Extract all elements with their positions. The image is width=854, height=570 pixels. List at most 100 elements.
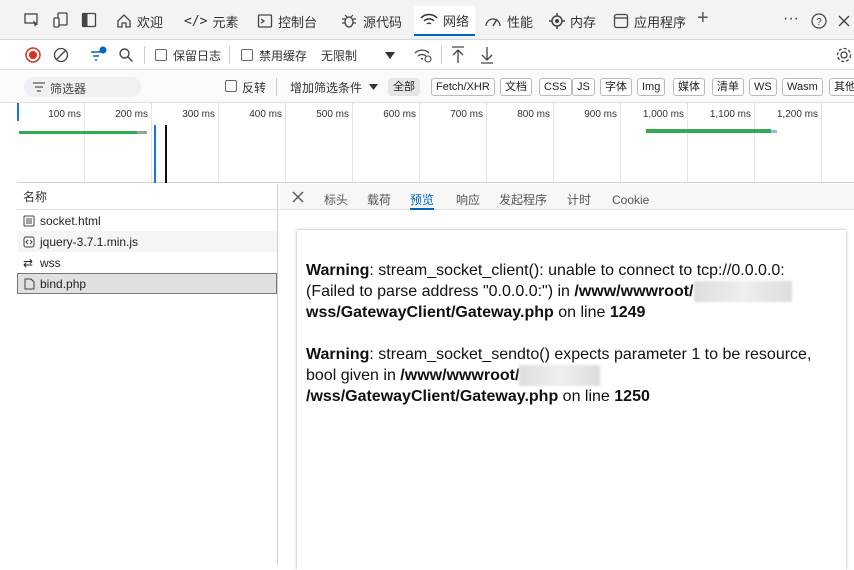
timeline-bar xyxy=(137,131,147,134)
chevron-down-icon[interactable] xyxy=(369,84,378,91)
tab-sources[interactable]: 源代码 xyxy=(334,6,408,36)
chevron-down-icon[interactable] xyxy=(385,52,395,60)
detail-tab[interactable]: 载荷 xyxy=(367,184,391,210)
clear-icon[interactable] xyxy=(53,47,69,63)
type-filter-chip[interactable]: 文档 xyxy=(500,78,532,96)
filter-toggle-icon[interactable] xyxy=(89,46,107,64)
warning-label: Warning xyxy=(306,346,370,363)
more-options-icon[interactable]: ··· xyxy=(783,10,799,28)
timeline-tick-label: 700 ms xyxy=(450,109,483,120)
redacted-text: 1c1111111111 xyxy=(693,281,793,302)
disable-cache-checkbox[interactable] xyxy=(241,49,253,61)
device-toolbar-icon[interactable] xyxy=(53,12,69,28)
type-filter-chip[interactable]: 媒体 xyxy=(673,78,705,96)
warning-label: Warning xyxy=(306,262,370,279)
more-filters-button[interactable]: 增加筛选条件 xyxy=(290,79,362,96)
timeline-tick-label: 600 ms xyxy=(383,109,416,120)
help-icon[interactable]: ? xyxy=(811,13,827,29)
warning-line: 1249 xyxy=(609,304,646,321)
type-filter-chip[interactable]: CSS xyxy=(539,78,572,96)
tab-console[interactable]: 控制台 xyxy=(251,6,323,36)
warning-message: Warning: stream_socket_client(): unable … xyxy=(306,260,838,323)
timeline-tick-label: 1,100 ms xyxy=(709,109,751,120)
timeline-gridline xyxy=(620,103,621,183)
type-filter-chip[interactable]: Wasm xyxy=(782,78,823,96)
tab-application[interactable]: 应用程序 xyxy=(607,6,692,36)
type-filter-chip[interactable]: WS xyxy=(749,78,777,96)
code-icon: </> xyxy=(184,13,208,29)
divider xyxy=(144,46,145,64)
timeline-tick-label: 800 ms xyxy=(517,109,550,120)
timeline-overview[interactable]: 100 ms 200 ms 300 ms 400 ms 500 ms 600 ms 700 … xyxy=(17,103,854,183)
detail-tab[interactable]: 响应 xyxy=(456,184,480,210)
type-filter-chip[interactable]: 字体 xyxy=(600,78,632,96)
network-toolbar: 保留日志 禁用缓存 无限制 xyxy=(0,40,854,70)
tab-elements[interactable]: </> 元素 xyxy=(178,6,245,36)
network-conditions-icon[interactable] xyxy=(413,46,433,64)
settings-gear-icon[interactable] xyxy=(835,46,853,64)
timeline-tick-label: 400 ms xyxy=(249,109,282,120)
throttle-select[interactable]: 无限制 xyxy=(321,47,357,64)
detail-tab[interactable]: 预览 xyxy=(410,184,435,210)
timeline-tick-label: 1,000 ms xyxy=(642,109,684,120)
close-devtools-icon[interactable] xyxy=(837,14,851,28)
timeline-gridline xyxy=(486,103,487,183)
memory-icon xyxy=(549,13,565,29)
request-list: 名称 socket.html jquery-3.7.1.min.js ⇄ wss… xyxy=(17,184,278,565)
type-filter-chip[interactable]: JS xyxy=(572,78,595,96)
svg-text:?: ? xyxy=(816,17,822,28)
request-name: socket.html xyxy=(40,213,101,228)
home-icon xyxy=(117,14,131,28)
type-filter-chip[interactable]: 其他 xyxy=(829,78,854,96)
tab-label: 欢迎 xyxy=(137,14,164,30)
request-row[interactable]: ⇄ wss xyxy=(17,252,277,273)
timeline-gridline xyxy=(419,103,420,183)
record-icon[interactable] xyxy=(25,47,41,63)
request-row-selected[interactable]: bind.php xyxy=(17,273,277,294)
detail-tab[interactable]: 标头 xyxy=(324,184,348,210)
preserve-log-checkbox[interactable] xyxy=(155,49,167,61)
disable-cache-label: 禁用缓存 xyxy=(259,49,308,63)
inspect-icon[interactable] xyxy=(24,12,40,28)
timeline-bar xyxy=(646,129,771,133)
tab-performance[interactable]: 性能 xyxy=(478,6,539,36)
timeline-tick-label: 200 ms xyxy=(115,109,148,120)
request-row[interactable]: jquery-3.7.1.min.js xyxy=(17,231,277,252)
tab-label: 应用程序 xyxy=(634,14,687,30)
tab-memory[interactable]: 内存 xyxy=(543,6,602,36)
tab-welcome[interactable]: 欢迎 xyxy=(110,6,169,36)
timeline-gridline xyxy=(218,103,219,183)
dom-content-loaded-marker xyxy=(154,125,156,183)
request-row[interactable]: socket.html xyxy=(17,210,277,231)
type-filter-chip[interactable]: 全部 xyxy=(388,78,420,96)
detail-tab[interactable]: 计时 xyxy=(567,184,591,210)
close-icon[interactable] xyxy=(292,191,304,203)
timeline-gridline xyxy=(151,103,152,183)
filter-input[interactable]: 筛选器 xyxy=(24,77,141,97)
detail-tab[interactable]: Cookie xyxy=(612,184,649,210)
timeline-bar xyxy=(19,131,137,134)
file-icon xyxy=(24,278,35,289)
search-icon[interactable] xyxy=(118,47,134,63)
type-filter-chip[interactable]: Fetch/XHR xyxy=(431,78,495,96)
wifi-icon xyxy=(420,13,438,25)
range-handle[interactable] xyxy=(17,103,19,121)
name-column-header[interactable]: 名称 xyxy=(17,184,277,210)
tab-label: 网络 xyxy=(443,13,470,29)
type-filter-chip[interactable]: 清单 xyxy=(712,78,744,96)
sidebar-toggle-icon[interactable] xyxy=(81,12,97,28)
detail-tab[interactable]: 发起程序 xyxy=(499,184,547,210)
filter-icon xyxy=(33,82,45,92)
script-icon xyxy=(23,236,35,247)
tab-label: 源代码 xyxy=(363,14,403,30)
export-har-icon[interactable] xyxy=(479,45,495,65)
add-tab-icon[interactable]: + xyxy=(697,7,709,30)
warning-text: on line xyxy=(553,304,610,321)
type-filter-chip[interactable]: Img xyxy=(637,78,666,96)
performance-icon xyxy=(485,18,501,27)
invert-checkbox[interactable] xyxy=(225,80,237,92)
tab-network[interactable]: 网络 xyxy=(414,6,476,36)
timeline-tick-label: 500 ms xyxy=(316,109,349,120)
tab-label: 元素 xyxy=(212,14,239,30)
import-har-icon[interactable] xyxy=(450,45,466,65)
